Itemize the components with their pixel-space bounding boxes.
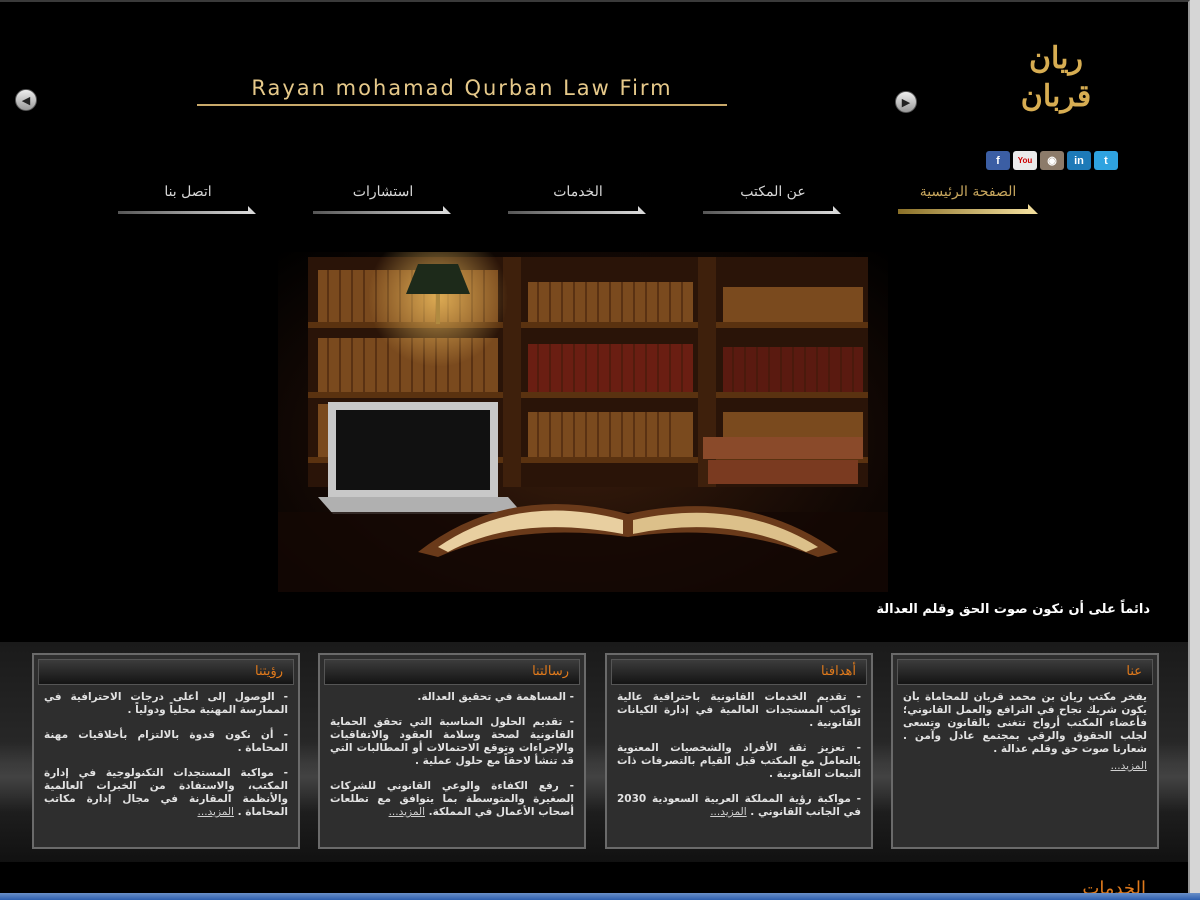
- nav-home-label: الصفحة الرئيسية: [919, 184, 1017, 200]
- card-header: رسالتنا: [324, 659, 580, 685]
- twitter-icon[interactable]: t: [1094, 151, 1118, 170]
- card-paragraph: - تقديم الخدمات القانونية باحترافية عالي…: [617, 691, 861, 729]
- next-arrow-glyph: ▶: [901, 95, 911, 109]
- nav-underline: [118, 206, 256, 214]
- card-title: رؤيتنا: [255, 664, 283, 679]
- nav-home[interactable]: الصفحة الرئيسية: [898, 182, 1038, 214]
- nav-underline: [313, 206, 451, 214]
- nav-underline: [898, 204, 1038, 214]
- vision-card: رؤيتنا - الوصول إلى أعلى درجات الاحترافي…: [32, 653, 300, 849]
- linkedin-icon[interactable]: in: [1067, 151, 1091, 170]
- next-slide-arrow-icon[interactable]: ▶: [895, 91, 917, 113]
- about-card: عنا يفخر مكتب ريان بن محمد قربان للمحاما…: [891, 653, 1159, 849]
- nav-underline: [703, 206, 841, 214]
- card-paragraph: - المساهمة في تحقيق العدالة.: [417, 691, 574, 703]
- facebook-icon[interactable]: f: [986, 151, 1010, 170]
- prev-arrow-glyph: ◀: [21, 93, 31, 107]
- hero-slogan: دائماً على أن نكون صوت الحق وقلم العدالة: [876, 602, 1150, 617]
- card-paragraph: - مواكبة رؤية المملكة العربية السعودية 2…: [617, 793, 861, 819]
- os-taskbar: [0, 893, 1200, 900]
- nav-about[interactable]: عن المكتب: [703, 182, 843, 214]
- card-body: يفخر مكتب ريان بن محمد قربان للمحاماة بأ…: [903, 691, 1147, 841]
- card-paragraph: - مواكبة المستجدات التكنولوجية في إدارة …: [44, 767, 288, 819]
- nav-contact-label: اتصل بنا: [164, 184, 212, 200]
- nav-services[interactable]: الخدمات: [508, 182, 648, 214]
- card-title: رسالتنا: [532, 664, 569, 679]
- card-paragraph: - رفع الكفاءة والوعي القانوني للشركات ال…: [330, 780, 574, 819]
- card-body: - الوصول إلى أعلى درجات الاحترافية في ال…: [44, 691, 288, 841]
- card-paragraph-text: - رفع الكفاءة والوعي القانوني للشركات ال…: [330, 780, 574, 818]
- nav-services-label: الخدمات: [553, 184, 603, 200]
- web-page: ◀ Rayan mohamad Qurban Law Firm ▶ ريان ق…: [0, 0, 1190, 900]
- nav-contact[interactable]: اتصل بنا: [118, 182, 258, 214]
- card-paragraph: يفخر مكتب ريان بن محمد قربان للمحاماة بأ…: [903, 691, 1147, 755]
- prev-slide-arrow-icon[interactable]: ◀: [15, 89, 37, 111]
- goals-card: أهدافنا - تقديم الخدمات القانونية باحترا…: [605, 653, 873, 849]
- card-title: عنا: [1126, 664, 1142, 679]
- card-paragraph: - الوصول إلى أعلى درجات الاحترافية في ال…: [44, 691, 288, 716]
- read-more-link[interactable]: المزيد...: [710, 806, 746, 818]
- card-title: أهدافنا: [820, 664, 856, 679]
- hero-image-library: [278, 252, 888, 592]
- card-header: عنا: [897, 659, 1153, 685]
- card-paragraph-text: - مواكبة المستجدات التكنولوجية في إدارة …: [44, 767, 288, 818]
- window-scroll-edge: [1190, 0, 1200, 900]
- card-paragraph: - تعزيز ثقة الأفراد والشخصيات المعنوية ب…: [617, 742, 861, 780]
- firm-name-title: Rayan mohamad Qurban Law Firm: [197, 76, 727, 106]
- youtube-icon[interactable]: You: [1013, 151, 1037, 170]
- firm-logo[interactable]: ريان قربان: [996, 40, 1116, 120]
- library-illustration: [278, 252, 888, 592]
- read-more-link[interactable]: المزيد...: [198, 806, 234, 818]
- read-more-link[interactable]: المزيد...: [1111, 760, 1147, 772]
- social-links: f You ◉ in t: [986, 151, 1118, 170]
- card-paragraph: - أن نكون قدوة بالالتزام بأخلاقيات مهنة …: [44, 729, 288, 754]
- card-header: أهدافنا: [611, 659, 867, 685]
- logo-calligraphy: ريان قربان: [1020, 41, 1092, 114]
- instagram-icon[interactable]: ◉: [1040, 151, 1064, 170]
- card-header: رؤيتنا: [38, 659, 294, 685]
- read-more-link[interactable]: المزيد...: [389, 806, 425, 818]
- card-body: - المساهمة في تحقيق العدالة. - تقديم الح…: [330, 691, 574, 841]
- nav-about-label: عن المكتب: [740, 184, 806, 200]
- nav-underline: [508, 206, 646, 214]
- nav-consultations[interactable]: استشارات: [313, 182, 453, 214]
- mission-card: رسالتنا - المساهمة في تحقيق العدالة. - ت…: [318, 653, 586, 849]
- nav-consultations-label: استشارات: [352, 184, 414, 200]
- card-paragraph: - تقديم الحلول المناسبة التي تحقق الحماي…: [330, 716, 574, 767]
- card-body: - تقديم الخدمات القانونية باحترافية عالي…: [617, 691, 861, 841]
